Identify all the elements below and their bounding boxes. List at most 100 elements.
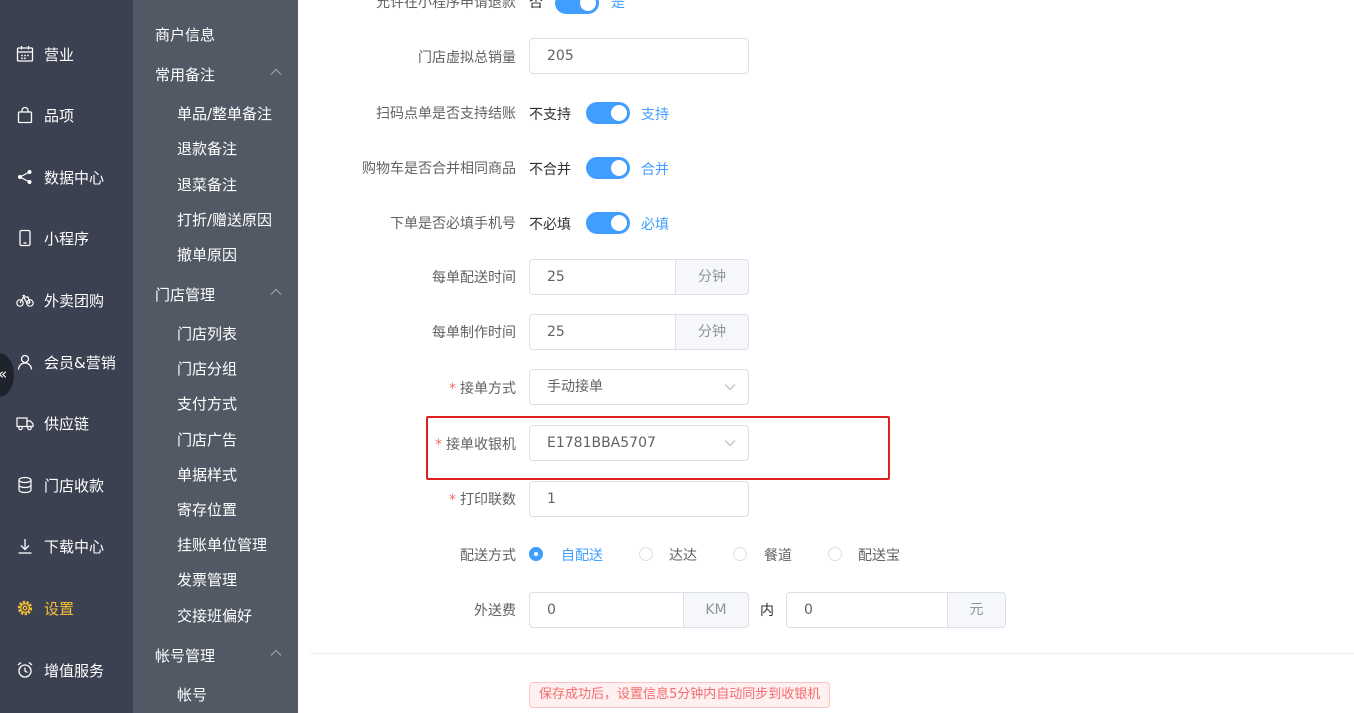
nav-item-membership[interactable]: 会员&营销	[0, 342, 133, 382]
cashier-label: * 接单收银机	[296, 434, 516, 454]
refund-on-text: 是	[611, 0, 625, 11]
nav-item-label: 营业	[44, 46, 75, 64]
chevron-down-icon	[724, 440, 736, 447]
refund-switch[interactable]	[555, 0, 599, 14]
app-root: 营业 品项 数据中心 小程序 外卖团购 会员&营销 供应链 门店收款 下载中心 …	[0, 0, 1354, 713]
fee-unit: 元	[947, 592, 1006, 628]
delivery-fee-input[interactable]: 0	[786, 592, 948, 628]
calendar-icon	[16, 46, 34, 62]
sub-nav-item[interactable]: 退款备注	[177, 138, 237, 159]
cashier-select[interactable]: E1781BBA5707	[529, 425, 749, 461]
virtual-sales-input[interactable]: 205	[529, 38, 749, 74]
chevron-up-icon[interactable]	[270, 288, 282, 296]
collapse-icon: «	[0, 365, 7, 383]
cart-merge-switch[interactable]	[586, 157, 630, 179]
sub-nav-item[interactable]: 单品/整单备注	[177, 103, 272, 124]
cart-merge-on-text: 合并	[641, 162, 669, 178]
accept-mode-select[interactable]: 手动接单	[529, 369, 749, 405]
nav-item-business[interactable]: 营业	[0, 34, 133, 74]
sub-nav-item[interactable]: 门店分组	[177, 358, 237, 379]
sub-nav-item[interactable]: 寄存位置	[177, 499, 237, 520]
radio-label[interactable]: 自配送	[561, 545, 603, 565]
sub-nav-item[interactable]: 帐号	[177, 684, 207, 705]
within-text: 内	[760, 603, 774, 619]
radio-candao[interactable]	[733, 547, 747, 561]
nav-item-label: 数据中心	[44, 169, 105, 187]
cashier-value: E1781BBA5707	[547, 435, 656, 451]
prep-time-label: 每单制作时间	[432, 325, 516, 341]
sub-nav-item[interactable]: 撤单原因	[177, 244, 237, 265]
share-icon	[18, 170, 32, 184]
required-mark: *	[449, 381, 456, 397]
nav-item-label: 品项	[44, 107, 75, 125]
sub-nav-item[interactable]: 单据样式	[177, 464, 237, 485]
refund-label: 允许在小程序申请退款	[376, 0, 516, 11]
print-copies-label: * 打印联数	[296, 489, 516, 509]
sub-nav-group-store[interactable]: 门店管理	[155, 284, 215, 305]
mobile-icon	[19, 229, 31, 247]
nav-item-label: 增值服务	[44, 662, 105, 680]
prep-time-input[interactable]: 25	[529, 314, 676, 350]
chevron-up-icon[interactable]	[270, 649, 282, 657]
radio-self-delivery[interactable]	[529, 547, 543, 561]
radio-label[interactable]: 配送宝	[858, 545, 900, 565]
divider	[310, 653, 1354, 654]
nav-item-supply-chain[interactable]: 供应链	[0, 403, 133, 443]
chevron-up-icon[interactable]	[270, 68, 282, 76]
gear-icon	[17, 600, 33, 616]
nav-item-label: 小程序	[44, 230, 90, 248]
radio-dada[interactable]	[639, 547, 653, 561]
user-icon	[17, 354, 33, 370]
sub-nav-item[interactable]: 打折/赠送原因	[177, 209, 272, 230]
virtual-sales-label: 门店虚拟总销量	[418, 50, 516, 66]
print-copies-input[interactable]: 1	[529, 481, 749, 517]
phone-required-off-text: 不必填	[529, 217, 571, 233]
delivery-time-label: 每单配送时间	[432, 270, 516, 286]
nav-item-label: 下载中心	[44, 538, 105, 556]
phone-required-switch[interactable]	[586, 212, 630, 234]
print-copies-label-text: 打印联数	[460, 492, 516, 508]
nav-item-products[interactable]: 品项	[0, 95, 133, 135]
sub-nav-item[interactable]: 支付方式	[177, 393, 237, 414]
cashier-label-text: 接单收银机	[446, 437, 516, 453]
required-mark: *	[449, 492, 456, 508]
accept-mode-label-text: 接单方式	[460, 381, 516, 397]
cart-merge-off-text: 不合并	[529, 162, 571, 178]
sub-nav-item[interactable]: 门店广告	[177, 429, 237, 450]
sub-nav-item[interactable]: 挂账单位管理	[177, 534, 267, 555]
scan-checkout-label: 扫码点单是否支持结账	[376, 106, 516, 122]
alarm-clock-icon	[17, 662, 33, 678]
cart-merge-label: 购物车是否合并相同商品	[362, 161, 516, 177]
main-sidebar: 营业 品项 数据中心 小程序 外卖团购 会员&营销 供应链 门店收款 下载中心 …	[0, 0, 133, 713]
nav-item-label: 设置	[44, 600, 75, 618]
nav-item-store-payments[interactable]: 门店收款	[0, 465, 133, 505]
radio-label[interactable]: 达达	[669, 545, 697, 565]
sub-nav-merchant-info[interactable]: 商户信息	[155, 24, 215, 45]
database-icon	[18, 476, 32, 494]
phone-required-label: 下单是否必填手机号	[390, 216, 516, 232]
nav-item-data-center[interactable]: 数据中心	[0, 157, 133, 197]
accept-mode-label: * 接单方式	[296, 378, 516, 398]
radio-peisongbao[interactable]	[828, 547, 842, 561]
sub-nav-group-remarks[interactable]: 常用备注	[155, 64, 215, 85]
nav-item-label: 外卖团购	[44, 292, 105, 310]
truck-icon	[16, 417, 34, 431]
prep-time-unit: 分钟	[675, 314, 749, 350]
sub-nav-item[interactable]: 交接班偏好	[177, 605, 252, 626]
nav-item-takeout[interactable]: 外卖团购	[0, 280, 133, 320]
distance-unit: KM	[683, 592, 749, 628]
nav-item-download-center[interactable]: 下载中心	[0, 526, 133, 566]
scan-checkout-switch[interactable]	[586, 102, 630, 124]
delivery-time-input[interactable]: 25	[529, 259, 676, 295]
sub-nav-item[interactable]: 发票管理	[177, 569, 237, 590]
sub-nav-item[interactable]: 退菜备注	[177, 174, 237, 195]
nav-item-mini-program[interactable]: 小程序	[0, 218, 133, 258]
delivery-distance-input[interactable]: 0	[529, 592, 684, 628]
scan-checkout-on-text: 支持	[641, 107, 669, 123]
sub-nav-item[interactable]: 门店列表	[177, 323, 237, 344]
sub-nav-group-account[interactable]: 帐号管理	[155, 645, 215, 666]
radio-label[interactable]: 餐道	[764, 545, 792, 565]
delivery-fee-label: 外送费	[474, 603, 516, 619]
nav-item-value-added[interactable]: 增值服务	[0, 650, 133, 690]
nav-item-settings[interactable]: 设置	[0, 588, 133, 628]
